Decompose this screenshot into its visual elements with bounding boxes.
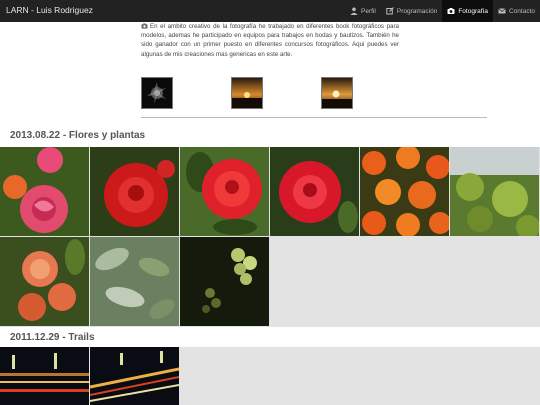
- nav-fotografia[interactable]: Fotografía: [442, 0, 493, 22]
- camera-icon: [141, 23, 148, 29]
- camera-icon: [447, 8, 455, 14]
- photo-orange-marigolds[interactable]: [360, 147, 449, 236]
- photo-night-traffic-1[interactable]: [0, 347, 89, 405]
- nav-programacion[interactable]: Programación: [381, 0, 442, 22]
- nav-perfil[interactable]: Perfil: [345, 0, 381, 22]
- section-divider: [141, 117, 487, 118]
- nav-programacion-label: Programación: [396, 7, 438, 15]
- gallery-title-trails: 2011.12.29 - Trails: [10, 332, 95, 343]
- thumbnail-sunset-1[interactable]: [231, 77, 263, 109]
- nav-fotografia-label: Fotografía: [458, 7, 488, 15]
- intro-paragraph: En el ambito creativo de la fotografía h…: [141, 23, 399, 58]
- photo-red-rose-1[interactable]: [90, 147, 179, 236]
- edit-icon: [386, 7, 394, 15]
- user-icon: [350, 7, 358, 15]
- nav-contacto-label: Contacto: [508, 7, 535, 15]
- nav-perfil-label: Perfil: [361, 7, 376, 15]
- nav-contacto[interactable]: Contacto: [493, 0, 540, 22]
- photo-leaves[interactable]: [90, 237, 179, 326]
- thumbnail-sunset-2[interactable]: [321, 77, 353, 109]
- gallery-title-flores: 2013.08.22 - Flores y plantas: [10, 130, 146, 141]
- intro-text-block: En el ambito creativo de la fotografía h…: [141, 22, 399, 59]
- main-nav: Perfil Programación Fotografía Contacto: [345, 0, 540, 22]
- photo-grapes[interactable]: [180, 237, 269, 326]
- top-navbar: LARN - Luis Rodriguez Perfil Programació…: [0, 0, 540, 22]
- photo-peaches[interactable]: [0, 237, 89, 326]
- photo-green-buds[interactable]: [450, 147, 539, 236]
- photo-red-rose-2[interactable]: [180, 147, 269, 236]
- envelope-icon: [498, 8, 506, 14]
- photo-red-rose-3[interactable]: [270, 147, 359, 236]
- photo-pink-rose[interactable]: [0, 147, 89, 236]
- photo-night-traffic-2[interactable]: [90, 347, 179, 405]
- brand-link[interactable]: LARN - Luis Rodriguez: [6, 5, 93, 15]
- thumbnail-dark-flower[interactable]: [141, 77, 173, 109]
